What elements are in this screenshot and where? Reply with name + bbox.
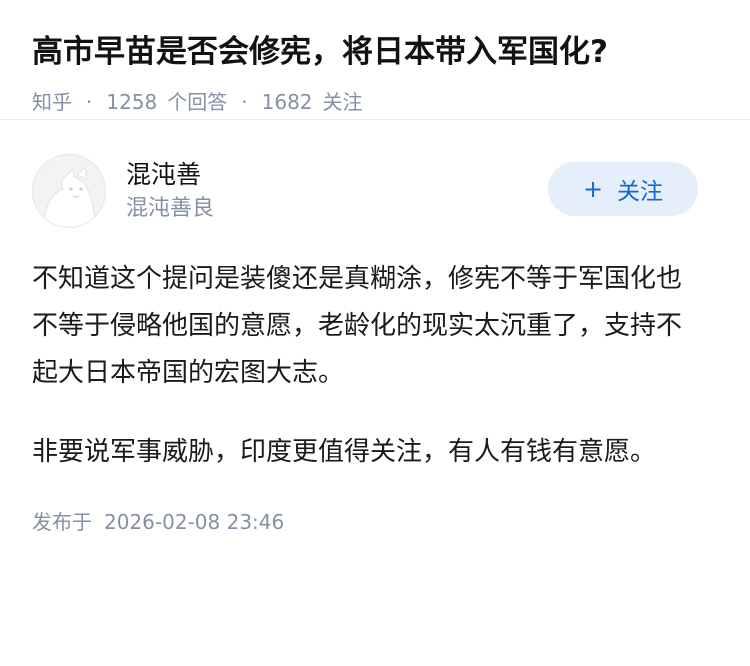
publish-label: 发布于 (32, 510, 92, 534)
publish-date[interactable]: 2026-02-08 23:46 (104, 510, 284, 534)
answer-paragraph: 非要说军事威胁，印度更值得关注，有人有钱有意愿。 (32, 437, 657, 467)
answer-card: 混沌善 混沌善良 + 关注 不知道这个提问是装傻还是真糊涂，修宪不等于军国化也不… (0, 120, 750, 536)
question-meta: 知乎 · 1258 个回答 · 1682 关注 (32, 88, 718, 116)
answer-count: 1258 (106, 90, 158, 114)
answer-content: 不知道这个提问是装傻还是真糊涂，修宪不等于军国化也不等于侵略他国的意愿，老龄化的… (32, 256, 704, 476)
default-avatar-icon (33, 155, 105, 227)
publish-time: 发布于 2026-02-08 23:46 (32, 508, 718, 536)
author-headline: 混沌善良 (126, 196, 215, 221)
question-header: 高市早苗是否会修宪，将日本带入军国化? 知乎 · 1258 个回答 · 1682… (0, 0, 750, 120)
author-name[interactable]: 混沌善 (126, 158, 214, 192)
meta-separator: · (241, 90, 248, 114)
question-title[interactable]: 高市早苗是否会修宪，将日本带入军国化? (32, 30, 718, 74)
avatar[interactable] (32, 154, 106, 228)
follower-count: 1682 (261, 90, 313, 114)
follow-button[interactable]: + 关注 (548, 162, 698, 216)
follower-count-label: 关注 (322, 90, 363, 114)
answer-count-label: 个回答 (167, 90, 228, 114)
plus-icon: + (582, 175, 604, 203)
follow-button-label: 关注 (617, 179, 664, 205)
meta-separator: · (86, 90, 93, 114)
author-row: 混沌善 混沌善良 + 关注 (32, 154, 718, 228)
source-label[interactable]: 知乎 (32, 88, 72, 116)
answer-paragraph: 不知道这个提问是装傻还是真糊涂，修宪不等于军国化也不等于侵略他国的意愿，老龄化的… (32, 264, 683, 388)
author-info: 混沌善 混沌善良 (126, 158, 214, 224)
